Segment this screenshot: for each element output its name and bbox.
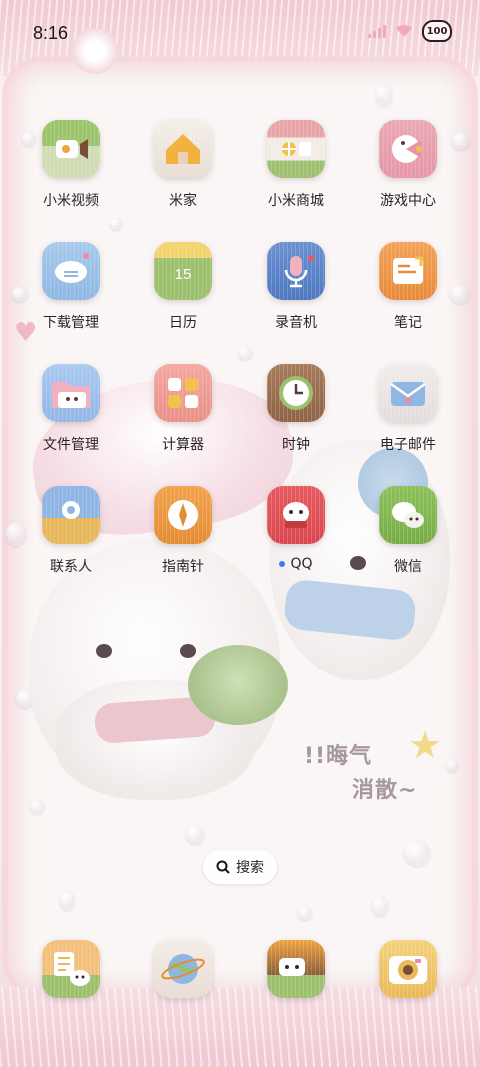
app-calendar[interactable]: 15 日历 [127, 242, 239, 332]
water-drop [446, 760, 458, 772]
new-install-indicator [279, 561, 286, 567]
app-xiaomi-video[interactable]: 小米视频 [15, 120, 127, 210]
water-drop [110, 218, 122, 230]
download-icon[interactable] [42, 242, 100, 300]
water-drop [30, 800, 44, 814]
app-game-center[interactable]: 游戏中心 [352, 120, 464, 210]
app-calculator[interactable]: 计算器 [127, 364, 239, 454]
store-icon[interactable] [267, 120, 325, 178]
app-label: 游戏中心 [380, 193, 436, 209]
app-download-manager[interactable]: 下载管理 [15, 242, 127, 332]
app-label: 电子邮件 [380, 437, 436, 453]
clock-icon[interactable] [267, 364, 325, 422]
camera-icon[interactable] [379, 940, 437, 998]
calculator-icon[interactable] [154, 364, 212, 422]
app-mijia[interactable]: 米家 [127, 120, 239, 210]
wechat-icon[interactable] [379, 486, 437, 544]
app-file-manager[interactable]: 文件管理 [15, 364, 127, 454]
app-label: 小米视频 [43, 193, 99, 209]
dock-browser[interactable] [127, 940, 239, 998]
bunny-eye [96, 644, 112, 658]
microphone-icon[interactable] [267, 242, 325, 300]
app-recorder[interactable]: 录音机 [240, 242, 352, 332]
battery-icon: 100 [422, 20, 452, 42]
search-icon [216, 860, 230, 874]
water-drop [376, 84, 392, 106]
mail-icon[interactable] [379, 364, 437, 422]
app-label: 下载管理 [43, 315, 99, 331]
water-drop [404, 840, 430, 866]
app-label: 小米商城 [268, 193, 324, 209]
app-label: 日历 [169, 315, 197, 331]
calendar-icon[interactable]: 15 [154, 242, 212, 300]
search-button[interactable]: 搜索 [203, 850, 277, 884]
qq-icon[interactable] [267, 486, 325, 544]
status-bar: 8:16 100 [0, 0, 480, 64]
messages-icon[interactable] [267, 940, 325, 998]
status-time: 8:16 [33, 23, 69, 43]
water-drop [298, 906, 312, 920]
signal-icon [368, 24, 386, 38]
app-wechat[interactable]: 微信 [352, 486, 464, 576]
app-notes[interactable]: 笔记 [352, 242, 464, 332]
app-label: 时钟 [282, 437, 310, 453]
water-drop [372, 896, 388, 916]
dock-camera[interactable] [352, 940, 464, 998]
wallpaper-text: !!晦气 [304, 744, 373, 769]
water-drop [238, 346, 252, 360]
dock-messages[interactable] [240, 940, 352, 998]
calendar-date: 15 [174, 266, 192, 283]
succulent-decoration [188, 645, 288, 725]
dock-phone[interactable] [15, 940, 127, 998]
app-label: QQ [279, 556, 313, 572]
app-label: 文件管理 [43, 437, 99, 453]
browser-icon[interactable] [154, 940, 212, 998]
app-label: 联系人 [50, 559, 92, 575]
app-label: 录音机 [275, 315, 317, 331]
app-email[interactable]: 电子邮件 [352, 364, 464, 454]
app-label: 米家 [169, 193, 197, 209]
notes-icon[interactable] [379, 242, 437, 300]
app-label: 微信 [394, 559, 422, 575]
home-icon[interactable] [154, 120, 212, 178]
wallpaper-text: 消散~ [352, 778, 418, 803]
app-compass[interactable]: 指南针 [127, 486, 239, 576]
wifi-icon [396, 24, 412, 37]
search-label: 搜索 [236, 860, 264, 876]
game-icon[interactable] [379, 120, 437, 178]
bunny-eye [180, 644, 196, 658]
water-drop [186, 826, 204, 844]
app-contacts[interactable]: 联系人 [15, 486, 127, 576]
app-label: 笔记 [394, 315, 422, 331]
dock [0, 934, 480, 1004]
app-qq[interactable]: QQ [240, 486, 352, 572]
phone-icon[interactable] [42, 940, 100, 998]
video-icon[interactable] [42, 120, 100, 178]
app-label: 指南针 [162, 559, 204, 575]
contacts-icon[interactable] [42, 486, 100, 544]
app-label: 计算器 [162, 437, 204, 453]
app-xiaomi-store[interactable]: 小米商城 [240, 120, 352, 210]
app-clock[interactable]: 时钟 [240, 364, 352, 454]
folder-icon[interactable] [42, 364, 100, 422]
compass-icon[interactable] [154, 486, 212, 544]
water-drop [60, 890, 74, 910]
status-icons: 100 [368, 20, 452, 42]
star-decoration: ★ [408, 723, 443, 767]
